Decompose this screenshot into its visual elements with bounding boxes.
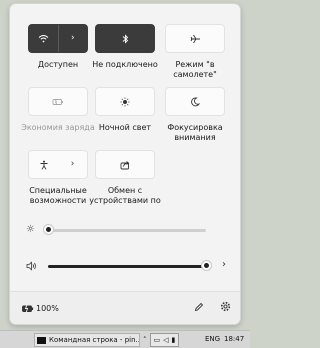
tile-accessibility: › Специальные возможности xyxy=(28,150,88,206)
taskbar-item-command-prompt[interactable]: Командная строка - pin... xyxy=(34,333,140,347)
volume-slider[interactable]: › xyxy=(10,256,240,276)
network-icon: ▭ xyxy=(153,336,161,344)
tile-label: Обмен с устройствами по xyxy=(89,186,161,205)
bluetooth-icon xyxy=(122,33,128,44)
language-indicator[interactable]: ENG xyxy=(205,335,220,343)
tile-bluetooth: Не подключено xyxy=(92,24,158,70)
brightness-slider[interactable]: ☼ xyxy=(10,220,240,240)
battery-charging-icon[interactable] xyxy=(22,304,34,313)
tile-wifi: › Доступен xyxy=(28,24,88,70)
volume-fill xyxy=(48,265,206,268)
accessibility-toggle[interactable]: › xyxy=(28,150,88,179)
quick-settings-panel: › Доступен Не подключено Режим "в самоле… xyxy=(9,3,241,325)
quick-settings-tiles: › Доступен Не подключено Режим "в самоле… xyxy=(10,4,240,214)
pencil-icon[interactable] xyxy=(194,302,204,312)
share-icon xyxy=(120,160,130,169)
wifi-expand-button[interactable]: › xyxy=(59,25,88,52)
airplane-icon xyxy=(190,34,200,43)
chevron-right-icon: › xyxy=(70,33,75,43)
accessibility-icon xyxy=(40,160,47,170)
brightness-icon: ☼ xyxy=(26,224,35,235)
nearby-sharing-toggle[interactable] xyxy=(95,150,155,179)
battery-saver-toggle[interactable] xyxy=(28,87,88,116)
accessibility-expand-button[interactable]: › xyxy=(58,151,87,178)
tile-focus: Фокусировка внимания xyxy=(165,87,225,143)
wifi-toggle-main[interactable] xyxy=(29,25,58,52)
battery-icon: ▮ xyxy=(171,336,176,344)
taskbar: Командная строка - pin... ˄ ▭ ◁ ▮ ENG 18… xyxy=(0,330,250,348)
bluetooth-toggle[interactable] xyxy=(95,24,155,53)
tile-label: Не подключено xyxy=(92,60,158,69)
chevron-right-icon: › xyxy=(70,159,75,169)
volume-track[interactable] xyxy=(48,265,206,268)
battery-percentage[interactable]: 100% xyxy=(36,304,59,313)
quick-settings-tray-button[interactable]: ▭ ◁ ▮ xyxy=(149,333,180,347)
wifi-icon xyxy=(38,35,49,43)
command-prompt-icon xyxy=(37,336,46,344)
clock[interactable]: 18:47 xyxy=(224,335,244,343)
focus-assist-toggle[interactable] xyxy=(165,87,225,116)
quick-settings-footer: 100% xyxy=(10,291,240,324)
tile-battery-saver: Экономия заряда xyxy=(21,87,95,133)
focus-moon-icon xyxy=(191,97,200,106)
tile-label: Режим "в самолете" xyxy=(173,60,217,79)
tile-label: Фокусировка внимания xyxy=(167,123,223,142)
speaker-icon xyxy=(26,261,36,271)
tile-label: Ночной свет xyxy=(98,123,152,132)
speaker-icon: ◁ xyxy=(163,336,169,344)
brightness-thumb[interactable] xyxy=(43,224,54,235)
chevron-up-icon[interactable]: ˄ xyxy=(143,336,147,344)
battery-saver-icon xyxy=(52,98,63,105)
wifi-toggle[interactable]: › xyxy=(28,24,88,53)
tile-nearby-sharing: Обмен с устройствами по xyxy=(89,150,161,206)
tile-airplane: Режим "в самолете" xyxy=(165,24,225,80)
system-tray: ˄ ▭ ◁ ▮ xyxy=(143,333,180,347)
gear-icon[interactable] xyxy=(220,301,231,312)
tile-night-light: Ночной свет xyxy=(95,87,155,133)
airplane-mode-toggle[interactable] xyxy=(165,24,225,53)
night-light-toggle[interactable] xyxy=(95,87,155,116)
chevron-right-icon[interactable]: › xyxy=(222,259,226,270)
night-light-icon xyxy=(120,97,130,106)
brightness-track[interactable] xyxy=(48,229,206,232)
taskbar-item-label: Командная строка - pin... xyxy=(49,336,140,344)
volume-thumb[interactable] xyxy=(201,260,212,271)
accessibility-toggle-main[interactable] xyxy=(29,151,58,178)
